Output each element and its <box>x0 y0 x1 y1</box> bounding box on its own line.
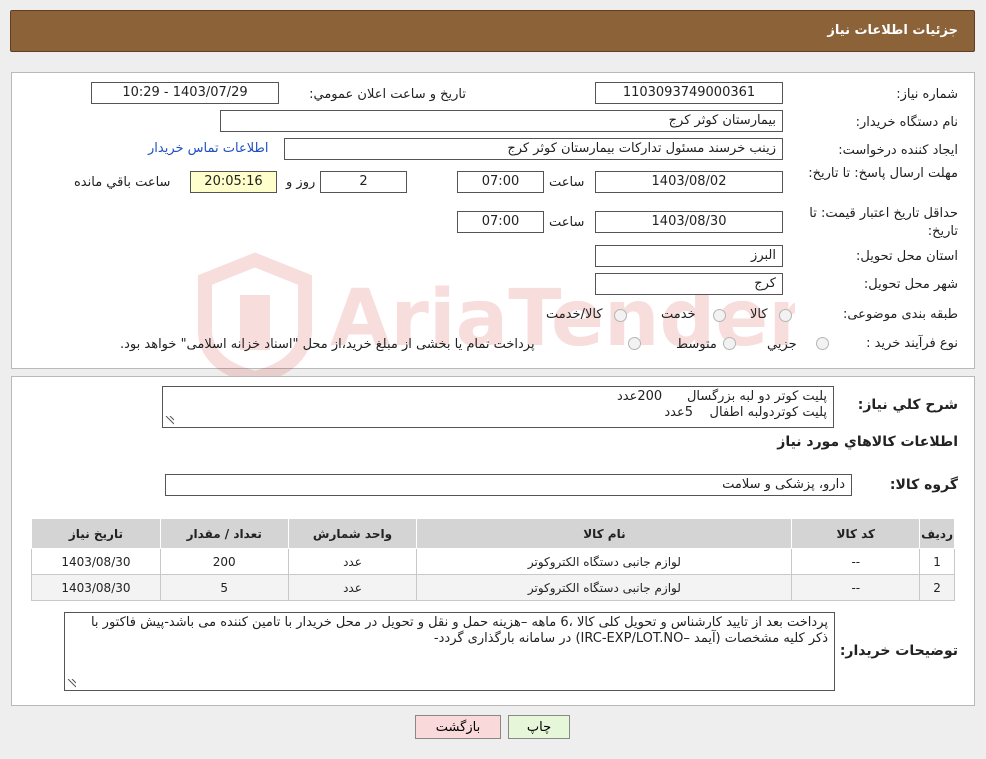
cell-quantity: 200 <box>159 548 289 575</box>
buyer-contact-link[interactable]: اطلاعات تماس خريدار <box>148 141 268 156</box>
province-field: البرز <box>595 245 783 267</box>
col-unit: واحد شمارش <box>287 518 418 549</box>
cell-goods-code: -- <box>791 574 921 601</box>
resize-grip-icon[interactable] <box>165 416 174 425</box>
announce-date-label: تاريخ و ساعت اعلان عمومي: <box>309 87 466 102</box>
col-goods-code: كد كالا <box>791 518 921 549</box>
summary-line-2: پلیت کوتردولبه اطفال 5عدد <box>664 405 827 420</box>
deadline-label: مهلت ارسال پاسخ: تا تاريخ: <box>808 166 958 181</box>
resize-grip-icon[interactable] <box>67 679 76 688</box>
need-number-field: 1103093749000361 <box>595 82 783 104</box>
buyer-notes-textarea[interactable]: پرداخت بعد از تایید کارشناس و تحویل کلی … <box>64 612 835 691</box>
process-radio-treasury[interactable] <box>628 337 641 350</box>
col-quantity: تعداد / مقدار <box>159 518 289 549</box>
page-header: جزئیات اطلاعات نیاز <box>10 10 975 52</box>
category-radio-goods[interactable] <box>779 309 792 322</box>
buyer-notes-label: توضيحات خريدار: <box>839 643 958 659</box>
cell-need-date: 1403/08/30 <box>31 574 161 601</box>
deadline-time-label: ساعت <box>549 175 585 190</box>
process-option-minor: جزيي <box>767 337 797 352</box>
cell-unit: عدد <box>287 574 418 601</box>
category-option-goods-service: كالا/خدمت <box>546 307 603 322</box>
creator-field: زینب خرسند مسئول تدارکات بیمارستان کوثر … <box>284 138 783 160</box>
deadline-time-field: 07:00 <box>457 171 544 193</box>
category-radio-service[interactable] <box>713 309 726 322</box>
remaining-time-field: 20:05:16 <box>190 171 277 193</box>
cell-goods-code: -- <box>791 548 921 575</box>
buyer-field: بیمارستان کوثر کرج <box>220 110 783 132</box>
category-option-goods: كالا <box>750 307 768 322</box>
city-field: کرج <box>595 273 783 295</box>
cell-goods-name: لوازم جانبی دستگاه الکتروکوتر <box>416 548 793 575</box>
deadline-date-field: 1403/08/02 <box>595 171 783 193</box>
category-option-service: خدمت <box>661 307 696 322</box>
goods-table: رديف كد كالا نام كالا واحد شمارش تعداد /… <box>31 518 955 601</box>
summary-label: شرح كلي نياز: <box>857 397 958 413</box>
creator-label: ايجاد كننده درخواست: <box>838 143 958 158</box>
buyer-label: نام دستگاه خريدار: <box>855 115 958 130</box>
cell-unit: عدد <box>287 548 418 575</box>
cell-goods-name: لوازم جانبی دستگاه الکتروکوتر <box>416 574 793 601</box>
category-radio-goods-service[interactable] <box>614 309 627 322</box>
col-need-date: تاريخ نياز <box>31 518 161 549</box>
table-row: 2 -- لوازم جانبی دستگاه الکتروکوتر عدد 5… <box>31 574 955 601</box>
city-label: شهر محل تحويل: <box>863 277 958 292</box>
goods-group-field: دارو، پزشکی و سلامت <box>165 474 852 496</box>
days-label: روز و <box>286 175 316 190</box>
validity-time-label: ساعت <box>549 215 585 230</box>
need-number-label: شماره نیاز: <box>896 87 958 102</box>
province-label: استان محل تحويل: <box>856 249 958 264</box>
remaining-label: ساعت باقي مانده <box>74 175 171 190</box>
process-treasury-note: پرداخت تمام یا بخشی از مبلغ خرید،از محل … <box>120 337 535 352</box>
cell-row-number: 2 <box>919 574 955 601</box>
process-radio-medium[interactable] <box>723 337 736 350</box>
cell-quantity: 5 <box>159 574 289 601</box>
buyer-notes-text: پرداخت بعد از تایید کارشناس و تحویل کلی … <box>90 615 828 646</box>
validity-label: حداقل تاريخ اعتبار قيمت: تا تاريخ: <box>809 206 958 239</box>
goods-section-title: اطلاعات كالاهاي مورد نياز <box>777 434 958 450</box>
col-goods-name: نام كالا <box>416 518 793 549</box>
announce-date-field: 1403/07/29 - 10:29 <box>91 82 279 104</box>
page-title: جزئیات اطلاعات نیاز <box>827 23 958 38</box>
days-field: 2 <box>320 171 407 193</box>
process-radio-minor[interactable] <box>816 337 829 350</box>
table-row: 1 -- لوازم جانبی دستگاه الکتروکوتر عدد 2… <box>31 548 955 575</box>
validity-time-field: 07:00 <box>457 211 544 233</box>
print-button[interactable]: چاپ <box>508 715 570 739</box>
summary-textarea[interactable]: پلیت کوتر دو لبه بزرگسال 200عدد پلیت کوت… <box>162 386 834 428</box>
cell-row-number: 1 <box>919 548 955 575</box>
process-option-medium: متوسط <box>676 337 717 352</box>
col-row-number: رديف <box>919 518 955 549</box>
goods-table-header: رديف كد كالا نام كالا واحد شمارش تعداد /… <box>31 518 955 549</box>
validity-date-field: 1403/08/30 <box>595 211 783 233</box>
goods-group-label: گروه كالا: <box>889 477 958 493</box>
cell-need-date: 1403/08/30 <box>31 548 161 575</box>
process-label: نوع فرآيند خريد : <box>866 336 958 351</box>
back-button[interactable]: بازگشت <box>415 715 501 739</box>
summary-line-1: پلیت کوتر دو لبه بزرگسال 200عدد <box>616 389 827 404</box>
category-label: طبقه بندی موضوعی: <box>842 307 958 322</box>
